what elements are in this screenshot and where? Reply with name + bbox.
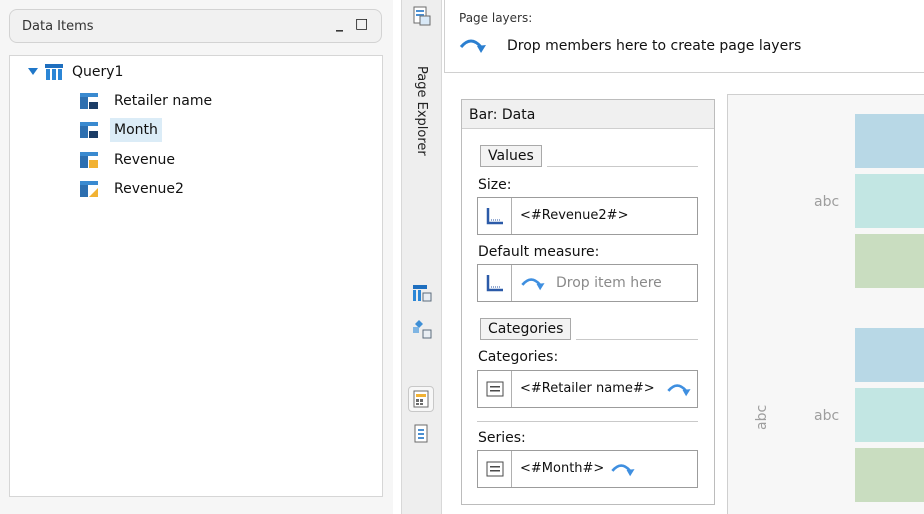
data-item-level-icon bbox=[80, 122, 98, 138]
page-explorer-icon[interactable] bbox=[412, 6, 432, 26]
default-measure-dropzone[interactable]: Drop item here bbox=[477, 264, 698, 302]
page-layers-title: Page layers: bbox=[459, 11, 533, 25]
chart-bar bbox=[855, 174, 924, 228]
minimize-button[interactable]: _ bbox=[336, 16, 343, 32]
default-measure-icon-box bbox=[478, 265, 512, 301]
drop-arrow-icon bbox=[521, 278, 545, 291]
categories-dropzone[interactable]: <#Retailer name#> bbox=[477, 370, 698, 408]
bar-data-title-bar: Bar: Data bbox=[462, 100, 714, 129]
tree-item-label: Month bbox=[110, 118, 162, 142]
chart-bar bbox=[855, 234, 924, 288]
data-items-tree: Query1 Retailer name Month Revenue Reven… bbox=[9, 55, 383, 497]
chart-bar bbox=[855, 328, 924, 382]
nest-arrow-icon bbox=[611, 464, 635, 477]
tree-root-query1[interactable]: Query1 bbox=[28, 60, 228, 84]
properties-icon bbox=[413, 390, 429, 408]
data-items-title: Data Items bbox=[22, 19, 94, 34]
data-item-level-icon bbox=[80, 93, 98, 109]
series-value: <#Month#> bbox=[520, 461, 605, 476]
tree-item-month[interactable]: Month bbox=[80, 118, 280, 142]
data-items-header: Data Items _ □ bbox=[9, 9, 382, 43]
tree-root-label: Query1 bbox=[72, 64, 124, 80]
default-measure-hint: Drop item here bbox=[556, 275, 662, 291]
categories-divider bbox=[576, 339, 698, 340]
insertable-objects-icon[interactable] bbox=[412, 283, 432, 303]
tree-item-label: Revenue bbox=[114, 152, 175, 168]
values-section-tab[interactable]: Values bbox=[480, 145, 542, 167]
values-divider bbox=[547, 166, 698, 167]
query-table-icon bbox=[45, 64, 63, 80]
tree-item-revenue2[interactable]: Revenue2 bbox=[80, 177, 280, 201]
series-divider bbox=[477, 421, 698, 422]
chart-bar bbox=[855, 114, 924, 168]
chart-category-label: abc bbox=[814, 194, 840, 210]
query-explorer-icon[interactable] bbox=[412, 319, 432, 339]
categories-label: Categories: bbox=[478, 349, 559, 365]
default-measure-label: Default measure: bbox=[478, 244, 600, 260]
drop-arrow-icon bbox=[459, 39, 486, 53]
series-dropzone[interactable]: <#Month#> bbox=[477, 450, 698, 488]
axis-measure-icon bbox=[486, 275, 503, 292]
series-icon-box bbox=[478, 451, 512, 487]
size-value: <#Revenue2#> bbox=[520, 208, 629, 223]
maximize-button[interactable]: □ bbox=[355, 16, 368, 32]
size-label: Size: bbox=[478, 177, 512, 193]
chart-bar bbox=[855, 388, 924, 442]
series-label: Series: bbox=[478, 430, 526, 446]
page-explorer-tab[interactable]: Page Explorer bbox=[403, 56, 439, 166]
size-dropzone[interactable]: <#Revenue2#> bbox=[477, 197, 698, 235]
chart-bar bbox=[855, 448, 924, 502]
categories-icon-box bbox=[478, 371, 512, 407]
page-structure-icon[interactable] bbox=[412, 424, 432, 444]
nest-arrow-icon bbox=[667, 384, 691, 397]
list-icon bbox=[486, 461, 504, 477]
size-icon-box bbox=[478, 198, 512, 234]
page-layers-dropzone[interactable]: Page layers: Drop members here to create… bbox=[444, 0, 924, 73]
page-layers-drop-text: Drop members here to create page layers bbox=[507, 38, 802, 54]
bar-data-title: Bar: Data bbox=[469, 107, 536, 123]
tree-item-label: Retailer name bbox=[114, 93, 213, 109]
tree-item-retailer-name[interactable]: Retailer name bbox=[80, 89, 280, 113]
categories-value: <#Retailer name#> bbox=[520, 381, 655, 396]
chart-category-label: abc bbox=[814, 408, 840, 424]
categories-section-tab[interactable]: Categories bbox=[480, 318, 572, 340]
properties-button[interactable] bbox=[408, 386, 434, 412]
measure-icon bbox=[80, 152, 98, 168]
calculated-measure-icon bbox=[80, 181, 98, 197]
tree-item-label: Revenue2 bbox=[114, 181, 184, 197]
expand-arrow-icon[interactable] bbox=[28, 68, 38, 76]
list-icon bbox=[486, 381, 504, 397]
tree-item-revenue[interactable]: Revenue bbox=[80, 148, 280, 172]
chart-axis-label: abc bbox=[754, 404, 770, 430]
axis-size-icon bbox=[486, 208, 503, 225]
